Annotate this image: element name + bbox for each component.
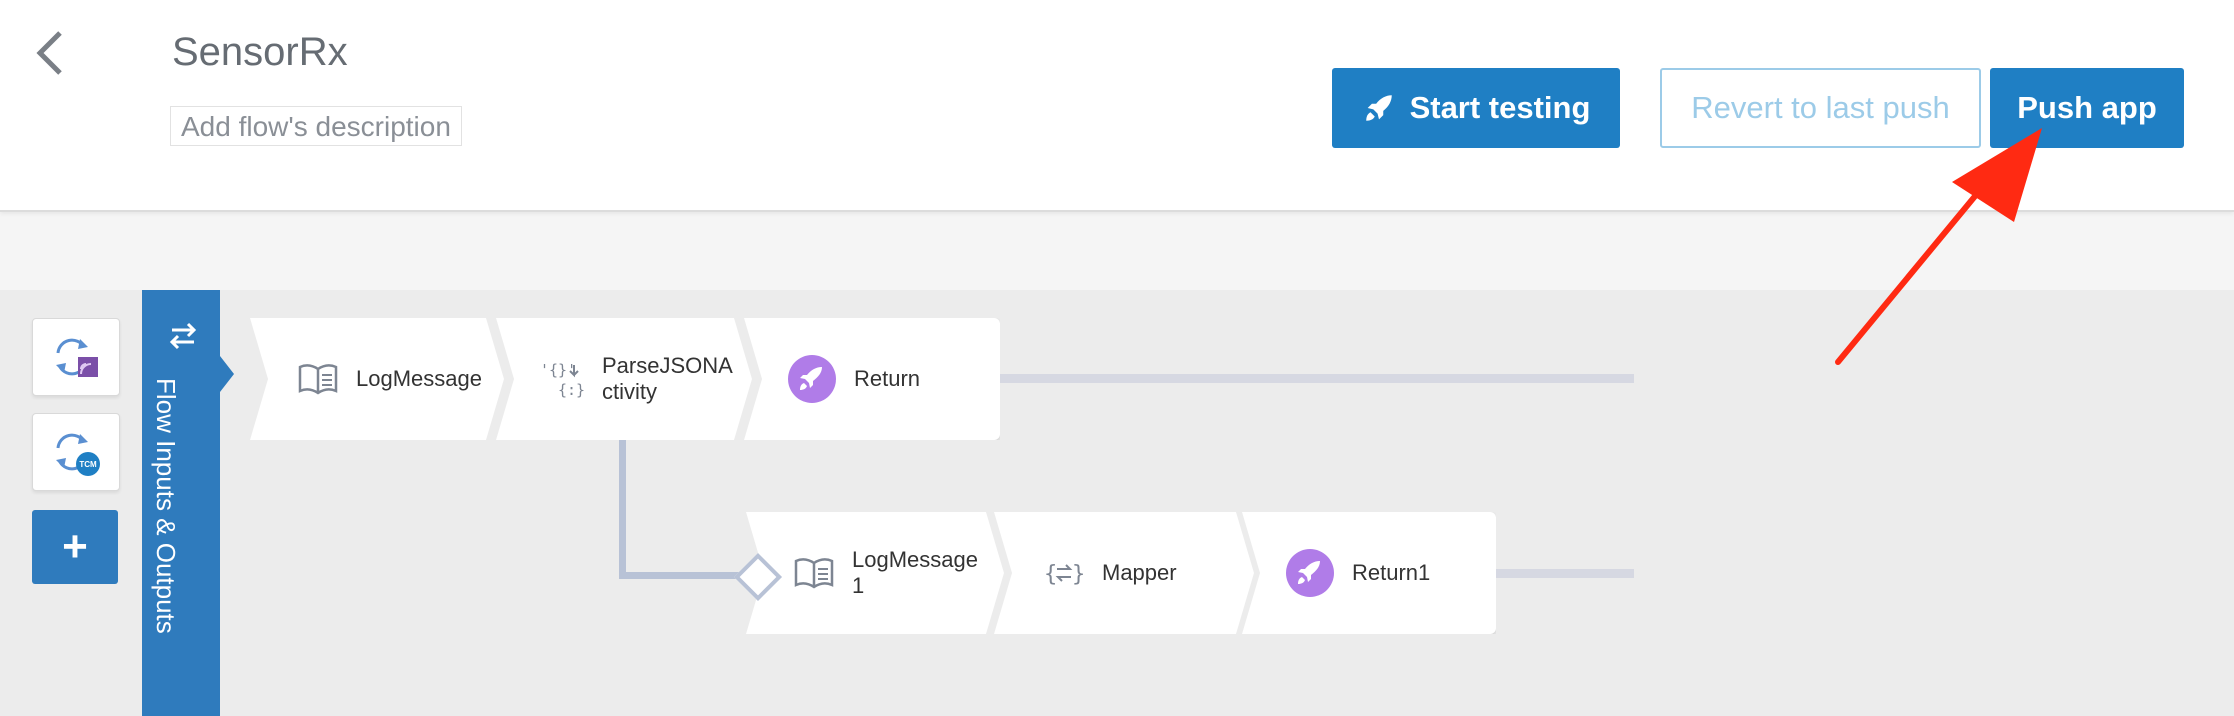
rocket-icon	[1365, 95, 1392, 121]
description-field[interactable]: Add flow's description	[170, 106, 462, 146]
node-label: Mapper	[1102, 560, 1177, 585]
rocket-icon	[1286, 549, 1334, 597]
start-testing-label: Start testing	[1409, 90, 1591, 125]
node-label: LogMessage	[356, 366, 482, 391]
json-icon: '{}' {:}	[540, 359, 584, 399]
node-label: ParseJSONA ctivity	[602, 353, 733, 404]
header: SensorRx Add flow's description Start te…	[0, 0, 2234, 212]
activity-node-mapper[interactable]: {} Mapper	[994, 512, 1254, 634]
svg-text:}: }	[1072, 562, 1084, 587]
swap-arrows-icon	[168, 322, 198, 355]
book-icon	[794, 557, 834, 589]
revert-button[interactable]: Revert to last push	[1660, 68, 1981, 148]
node-label: LogMessage 1	[852, 547, 978, 598]
node-label: Return	[854, 366, 921, 391]
activity-node-parsejson[interactable]: '{}' {:} ParseJSONA ctivity	[496, 318, 752, 440]
svg-text:{:}: {:}	[558, 381, 584, 399]
activity-node-return[interactable]: Return	[744, 318, 1000, 440]
start-testing-button[interactable]: Start testing	[1332, 68, 1620, 148]
node-label: Return1	[1352, 560, 1431, 585]
page-title: SensorRx	[172, 30, 348, 74]
tcm-trigger-icon: TCM	[56, 433, 100, 476]
trigger-button-tcm[interactable]: TCM	[32, 413, 120, 491]
trigger-button-1[interactable]	[32, 318, 120, 396]
svg-text:'{}': '{}'	[540, 361, 576, 379]
activity-node-logmessage[interactable]: LogMessage	[250, 318, 504, 440]
svg-text:{: {	[1044, 562, 1057, 587]
trigger-icon	[56, 338, 98, 377]
branch-flow-line	[1490, 569, 1634, 578]
book-icon	[298, 363, 338, 395]
back-icon[interactable]	[30, 28, 70, 78]
rocket-icon	[788, 355, 836, 403]
activity-node-logmessage1[interactable]: LogMessage 1	[746, 512, 1004, 634]
mapper-icon: {}	[1044, 557, 1084, 589]
branch-connector-horizontal	[619, 572, 751, 579]
main-flow-line	[990, 374, 1634, 383]
flow-io-pointer	[220, 356, 234, 392]
branch-connector-vertical	[619, 440, 626, 579]
activity-node-return1[interactable]: Return1	[1242, 512, 1496, 634]
push-app-button[interactable]: Push app	[1990, 68, 2184, 148]
add-trigger-button[interactable]: +	[32, 510, 118, 584]
tcm-badge: TCM	[79, 460, 97, 469]
flow-io-label: Flow Inputs & Outputs	[151, 378, 181, 634]
